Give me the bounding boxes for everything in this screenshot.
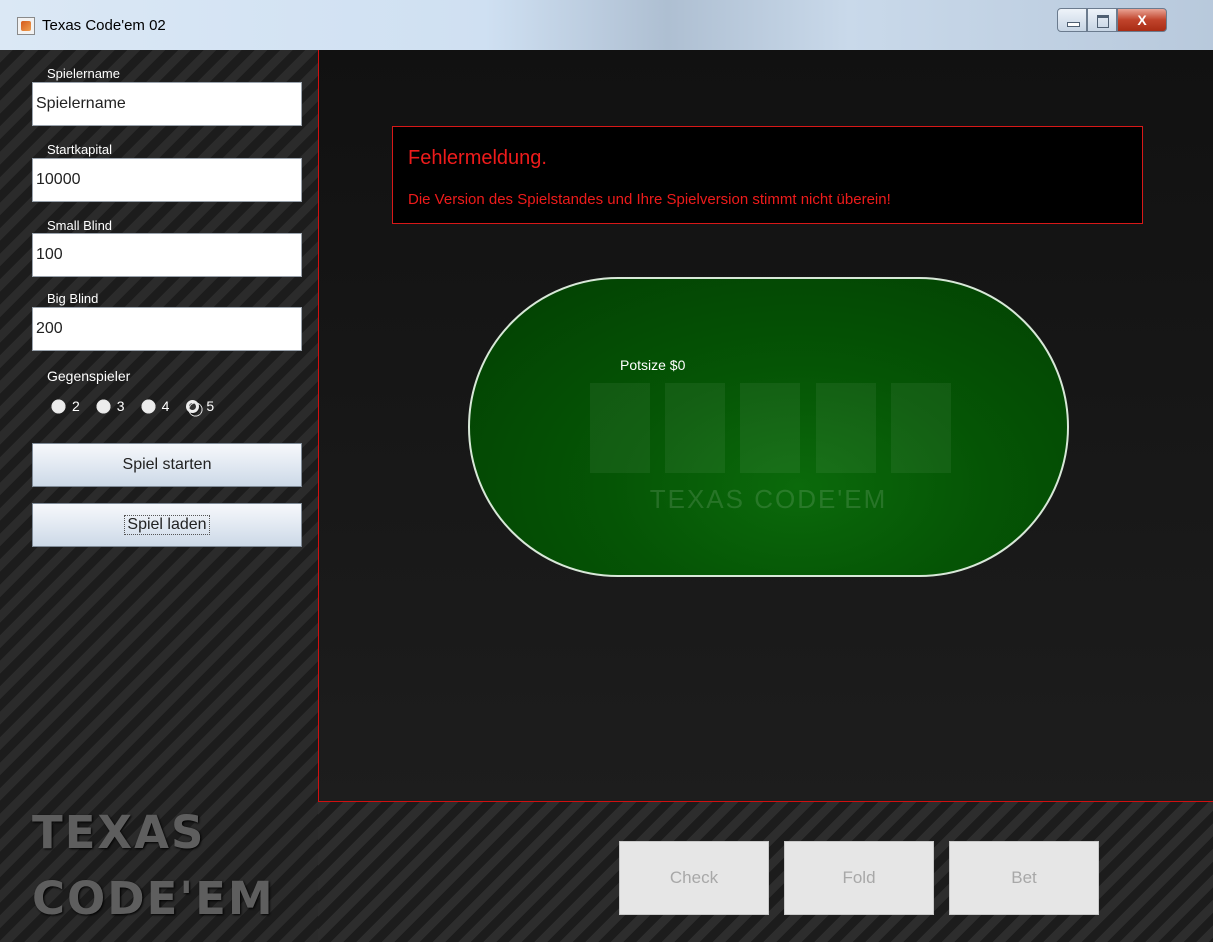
- close-icon: X: [1137, 12, 1147, 28]
- check-button[interactable]: Check: [619, 841, 769, 915]
- error-message: Die Version des Spielstandes und Ihre Sp…: [408, 191, 891, 208]
- error-message-box: Fehlermeldung. Die Version des Spielstan…: [392, 126, 1143, 224]
- table-logo: TEXAS CODE'EM: [649, 484, 888, 514]
- community-card-slot: [740, 383, 800, 473]
- radio-icon: [93, 396, 113, 416]
- error-title: Fehlermeldung.: [408, 147, 547, 169]
- close-button[interactable]: X: [1117, 8, 1167, 32]
- player-name-label: Spielername: [47, 66, 120, 81]
- poker-table: Potsize $0 TEXAS CODE'EM: [468, 277, 1069, 577]
- start-game-button[interactable]: Spiel starten: [32, 443, 302, 487]
- community-card-slot: [665, 383, 725, 473]
- small-blind-input[interactable]: [32, 233, 302, 277]
- big-blind-input[interactable]: [32, 307, 302, 351]
- java-app-icon[interactable]: [17, 17, 35, 35]
- opponents-radio-5[interactable]: 5: [186, 398, 214, 419]
- start-capital-label: Startkapital: [47, 142, 113, 157]
- community-card-slot: [816, 383, 876, 473]
- logo-text-line2: CODE'EM: [32, 872, 275, 925]
- radio-icon: [138, 396, 158, 416]
- opponents-radio-4[interactable]: 4: [138, 396, 169, 416]
- radio-icon: [49, 396, 68, 416]
- big-blind-label: Big Blind: [47, 291, 99, 306]
- app-window: Texas Code'em 02 X Spielername Startkapi…: [0, 0, 1213, 942]
- small-blind-label: Small Blind: [47, 218, 113, 233]
- player-name-input[interactable]: [32, 82, 302, 126]
- maximize-icon: [1097, 15, 1109, 28]
- minimize-icon: [1067, 22, 1080, 27]
- fold-button[interactable]: Fold: [784, 841, 934, 915]
- opponents-radio-group: 2 3 4 5: [49, 396, 214, 419]
- community-card-slot: [590, 383, 650, 473]
- bet-button[interactable]: Bet: [949, 841, 1099, 915]
- minimize-button[interactable]: [1057, 8, 1087, 32]
- potsize-label: Potsize $0: [620, 357, 686, 373]
- load-game-button[interactable]: Spiel laden: [32, 503, 302, 547]
- radio-selected-icon: [186, 399, 206, 419]
- opponents-label: Gegenspieler: [47, 368, 131, 384]
- maximize-button[interactable]: [1087, 8, 1117, 32]
- opponents-radio-2[interactable]: 2: [49, 396, 80, 416]
- start-capital-input[interactable]: [32, 158, 302, 202]
- window-title: Texas Code'em 02: [42, 17, 166, 34]
- community-card-slot: [891, 383, 951, 473]
- logo-text-line1: TEXAS: [32, 806, 206, 859]
- opponents-radio-3[interactable]: 3: [93, 396, 125, 416]
- title-bar[interactable]: Texas Code'em 02 X: [0, 0, 1213, 50]
